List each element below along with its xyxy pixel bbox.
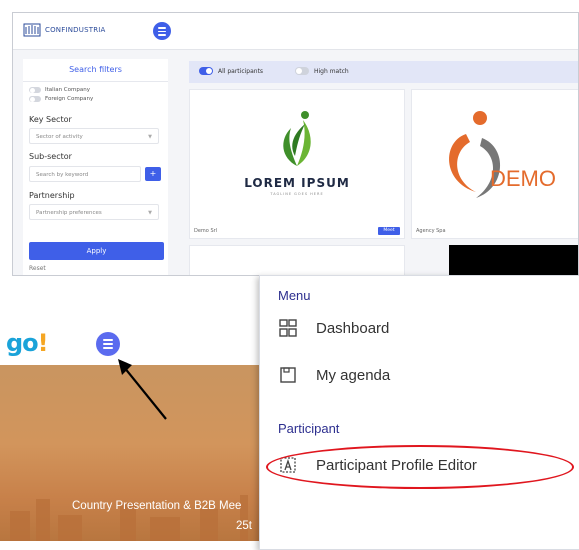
toggle-off-icon[interactable] xyxy=(295,67,309,75)
participant-card[interactable]: LOREM IPSUM TAGLINE GOES HERE Demo Srl M… xyxy=(189,89,405,239)
italian-company-toggle[interactable]: Italian Company xyxy=(29,87,90,93)
menu-item-my-agenda[interactable]: My agenda xyxy=(278,365,390,385)
all-participants-toggle[interactable]: All participants xyxy=(199,67,263,75)
toggle-switch-icon[interactable] xyxy=(29,87,41,93)
sector-select[interactable]: Sector of activity ▼ xyxy=(29,128,159,144)
menu-item-dashboard[interactable]: Dashboard xyxy=(278,318,389,338)
banner-date: 25t xyxy=(236,520,252,532)
lorem-ipsum-brand: LOREM IPSUM xyxy=(244,176,350,190)
apply-button[interactable]: Apply xyxy=(29,242,164,260)
dashboard-label: Dashboard xyxy=(316,319,390,337)
search-filters-panel: Search filters Italian Company Foreign C… xyxy=(23,59,168,275)
confindustria-logo: CONFINDUSTRIA xyxy=(23,21,106,39)
chevron-down-icon: ▼ xyxy=(148,210,152,216)
top-header: CONFINDUSTRIA xyxy=(13,13,578,50)
annotation-arrow-icon xyxy=(118,359,167,420)
all-participants-label: All participants xyxy=(218,67,264,75)
confindustria-screenshot: CONFINDUSTRIA Search filters Italian Com… xyxy=(12,12,579,276)
toggle-label: Foreign Company xyxy=(45,96,94,102)
meet-button[interactable]: Meet xyxy=(378,227,400,235)
toggle-label: Italian Company xyxy=(45,87,90,93)
foreign-company-toggle[interactable]: Foreign Company xyxy=(29,96,93,102)
sector-placeholder: Sector of activity xyxy=(36,134,83,140)
high-match-toggle[interactable]: High match xyxy=(295,67,349,75)
participant-filter-bar: All participants High match xyxy=(189,61,578,83)
participant-card[interactable] xyxy=(449,245,578,275)
highlight-ellipse xyxy=(266,445,574,489)
toggle-on-icon[interactable] xyxy=(199,67,213,75)
partnership-select[interactable]: Partnership preferences ▼ xyxy=(29,204,159,220)
participant-section-title: Participant xyxy=(278,421,340,436)
search-filters-title: Search filters xyxy=(23,59,168,82)
participant-card[interactable]: DEMO Agency Spa xyxy=(411,89,578,239)
calendar-icon xyxy=(280,367,296,383)
participant-card[interactable] xyxy=(189,245,405,275)
keyword-search-input[interactable]: Search by keyword xyxy=(29,166,141,182)
sub-sector-label: Sub-sector xyxy=(29,152,72,161)
my-agenda-label: My agenda xyxy=(316,366,391,384)
menu-button[interactable] xyxy=(153,22,171,40)
partnership-label: Partnership xyxy=(29,191,75,200)
menu-section-title: Menu xyxy=(278,288,311,303)
partnership-placeholder: Partnership preferences xyxy=(36,210,102,216)
key-sector-label: Key Sector xyxy=(29,115,72,124)
participant-name: Agency Spa xyxy=(416,228,446,234)
banner-title: Country Presentation & B2B Mee xyxy=(72,500,242,512)
dashboard-icon xyxy=(279,319,297,337)
leaf-logo-icon xyxy=(283,111,311,166)
logo-text: CONFINDUSTRIA xyxy=(45,26,106,34)
reset-link[interactable]: Reset xyxy=(29,265,46,272)
add-keyword-button[interactable]: + xyxy=(145,167,161,181)
chevron-down-icon: ▼ xyxy=(148,134,152,140)
toggle-switch-icon[interactable] xyxy=(29,96,41,102)
brand-tagline: TAGLINE GOES HERE xyxy=(270,192,324,196)
participant-name: Demo Srl xyxy=(194,228,218,234)
menu-button[interactable] xyxy=(96,332,120,356)
go-logo-bang: ! xyxy=(37,329,49,357)
go-logo: go! xyxy=(6,329,49,357)
high-match-label: High match xyxy=(314,67,349,75)
navigation-menu-panel: Menu Dashboard My agenda Participant Par… xyxy=(259,275,579,550)
keyword-placeholder: Search by keyword xyxy=(36,172,89,178)
demo-brand: DEMO xyxy=(490,166,556,191)
go-logo-text: go xyxy=(6,329,39,357)
confindustria-emblem-icon xyxy=(23,23,41,37)
